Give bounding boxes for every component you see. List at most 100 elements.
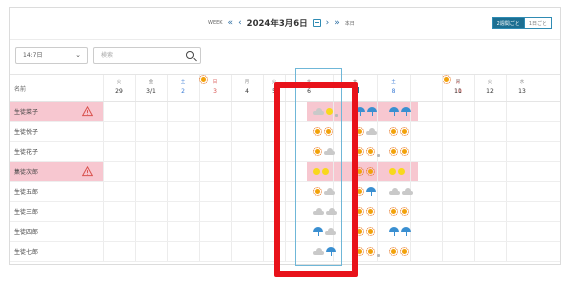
schedule-cell[interactable] xyxy=(199,222,231,241)
schedule-cell[interactable] xyxy=(474,222,506,241)
schedule-cell[interactable] xyxy=(474,142,506,161)
schedule-cell[interactable] xyxy=(231,102,263,121)
schedule-cell[interactable] xyxy=(410,162,442,181)
next-day-icon[interactable]: › xyxy=(326,18,330,28)
schedule-cell[interactable] xyxy=(442,102,474,121)
schedule-cell[interactable] xyxy=(474,122,506,141)
schedule-cell[interactable] xyxy=(231,242,263,261)
schedule-cell[interactable] xyxy=(199,202,231,221)
schedule-cell[interactable] xyxy=(103,182,135,201)
schedule-cell[interactable] xyxy=(231,202,263,221)
schedule-cell[interactable] xyxy=(103,162,135,181)
schedule-cell[interactable] xyxy=(199,102,231,121)
schedule-cell[interactable] xyxy=(135,162,167,181)
schedule-cell[interactable] xyxy=(199,122,231,141)
schedule-cell[interactable] xyxy=(410,182,442,201)
schedule-cell[interactable] xyxy=(103,202,135,221)
employee-name[interactable]: 生徒花子 xyxy=(10,142,103,161)
schedule-cell[interactable] xyxy=(103,102,135,121)
search-icon[interactable] xyxy=(186,51,194,59)
day-header[interactable]: 火 29 xyxy=(103,75,135,102)
schedule-cell[interactable] xyxy=(135,142,167,161)
prev-week-icon[interactable]: « xyxy=(228,18,234,28)
day-header[interactable]: 月4 xyxy=(231,75,263,102)
schedule-cell[interactable] xyxy=(442,202,474,221)
schedule-cell[interactable] xyxy=(474,162,506,181)
schedule-cell[interactable] xyxy=(474,182,506,201)
today-link[interactable]: 本日 xyxy=(345,20,355,27)
employee-name[interactable]: 生徒悦子 xyxy=(10,122,103,141)
prev-day-icon[interactable]: ‹ xyxy=(238,18,242,28)
schedule-cell[interactable] xyxy=(103,242,135,261)
schedule-cell[interactable] xyxy=(167,122,199,141)
schedule-cell[interactable] xyxy=(135,242,167,261)
schedule-cell[interactable] xyxy=(199,142,231,161)
schedule-cell[interactable] xyxy=(135,222,167,241)
schedule-cell[interactable] xyxy=(167,142,199,161)
calendar-icon[interactable] xyxy=(312,19,321,27)
day-header[interactable]: 火 12 xyxy=(474,75,506,102)
date-navigation: WEEK « ‹ 2024年3月6日 › » 本日 xyxy=(208,17,355,29)
schedule-cell[interactable] xyxy=(103,222,135,241)
day-header[interactable]: 土8 xyxy=(377,75,410,102)
search-input[interactable] xyxy=(101,48,181,63)
period-select[interactable]: 14:7日 ⌄ xyxy=(15,47,88,64)
schedule-cell[interactable] xyxy=(410,202,442,221)
next-week-icon[interactable]: » xyxy=(334,18,340,28)
schedule-cell[interactable] xyxy=(442,142,474,161)
schedule-cell[interactable] xyxy=(167,242,199,261)
schedule-cell[interactable] xyxy=(231,162,263,181)
schedule-cell[interactable] xyxy=(506,102,538,121)
schedule-cell[interactable] xyxy=(135,102,167,121)
schedule-cell[interactable] xyxy=(410,122,442,141)
schedule-cell[interactable] xyxy=(231,142,263,161)
schedule-cell[interactable] xyxy=(135,182,167,201)
schedule-cell[interactable] xyxy=(442,242,474,261)
schedule-cell[interactable] xyxy=(167,182,199,201)
schedule-cell[interactable] xyxy=(231,122,263,141)
schedule-cell[interactable] xyxy=(103,142,135,161)
schedule-cell[interactable] xyxy=(474,202,506,221)
schedule-cell[interactable] xyxy=(506,182,538,201)
schedule-cell[interactable] xyxy=(199,182,231,201)
schedule-cell[interactable] xyxy=(506,202,538,221)
schedule-cell[interactable] xyxy=(199,162,231,181)
employee-name[interactable]: 生徒三郎 xyxy=(10,202,103,221)
schedule-cell[interactable] xyxy=(135,122,167,141)
schedule-cell[interactable] xyxy=(410,102,442,121)
schedule-cell[interactable] xyxy=(167,102,199,121)
schedule-cell[interactable] xyxy=(231,182,263,201)
schedule-cell[interactable] xyxy=(506,222,538,241)
schedule-cell[interactable] xyxy=(506,242,538,261)
schedule-cell[interactable] xyxy=(167,162,199,181)
schedule-cell[interactable] xyxy=(474,102,506,121)
schedule-cell[interactable] xyxy=(410,142,442,161)
schedule-cell[interactable] xyxy=(167,202,199,221)
schedule-cell[interactable] xyxy=(506,142,538,161)
schedule-cell[interactable] xyxy=(442,122,474,141)
sun-icon xyxy=(400,127,409,136)
schedule-cell[interactable] xyxy=(199,242,231,261)
schedule-cell[interactable] xyxy=(442,222,474,241)
schedule-cell[interactable] xyxy=(167,222,199,241)
day-header[interactable]: 水 13 xyxy=(506,75,538,102)
view-two-weeks-button[interactable]: 2週間ごと xyxy=(491,17,525,29)
schedule-cell[interactable] xyxy=(410,222,442,241)
schedule-cell[interactable] xyxy=(103,122,135,141)
schedule-cell[interactable] xyxy=(231,222,263,241)
schedule-cell[interactable] xyxy=(474,242,506,261)
schedule-cell[interactable] xyxy=(506,162,538,181)
employee-name[interactable]: 生徒七郎 xyxy=(10,242,103,261)
day-header[interactable]: 日3 xyxy=(199,75,231,95)
employee-name[interactable]: 生徒四郎 xyxy=(10,222,103,241)
schedule-cell[interactable] xyxy=(135,202,167,221)
schedule-cell[interactable] xyxy=(442,182,474,201)
schedule-cell[interactable] xyxy=(506,122,538,141)
day-header[interactable]: 月 11 xyxy=(442,75,474,102)
day-header[interactable]: 金 3/1 xyxy=(135,75,167,102)
schedule-cell[interactable] xyxy=(410,242,442,261)
day-header[interactable]: 土2 xyxy=(167,75,199,102)
schedule-cell[interactable] xyxy=(442,162,474,181)
view-daily-button[interactable]: 1日ごと xyxy=(524,17,552,29)
employee-name[interactable]: 生徒五郎 xyxy=(10,182,103,201)
